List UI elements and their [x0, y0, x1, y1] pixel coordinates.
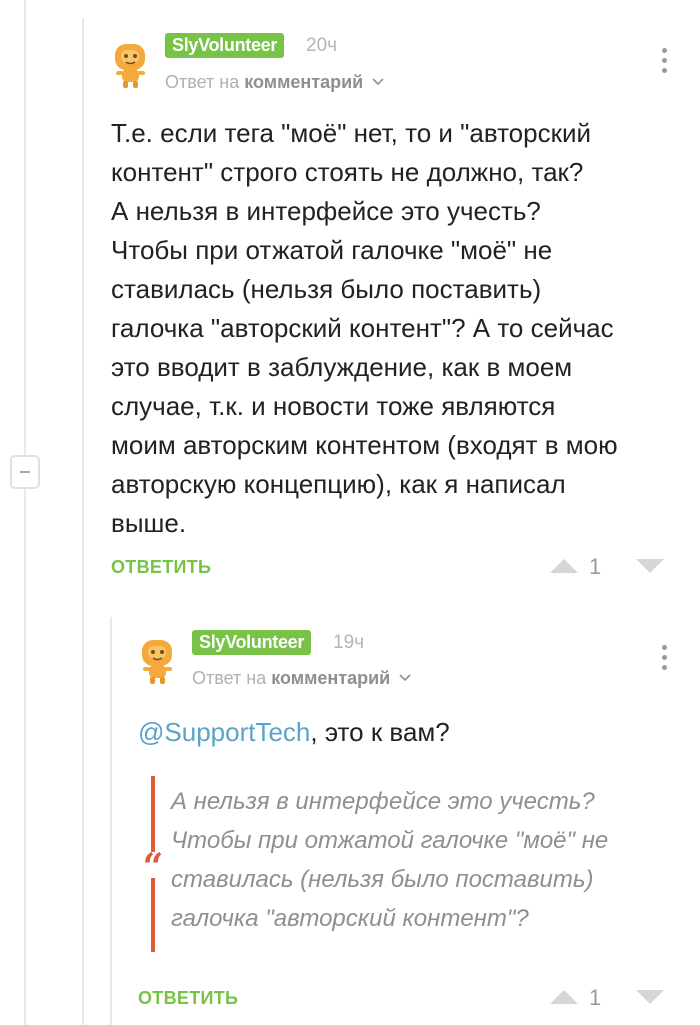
- comment-line: ставилась (нельзя было поставить): [111, 274, 542, 304]
- reply-to-link[interactable]: Ответ на комментарий: [165, 70, 384, 95]
- reply-button[interactable]: ОТВЕТИТЬ: [111, 555, 211, 579]
- quote-line: А нельзя в интерфейсе это учесть?: [171, 788, 595, 815]
- user-mention-link[interactable]: @SupportTech: [138, 717, 310, 747]
- triangle-up-icon[interactable]: [550, 557, 578, 573]
- comment-line: моим авторским контентом (входят в мою: [111, 430, 618, 460]
- comment-body: Т.е. если тега "моё" нет, то и "авторски…: [111, 114, 681, 543]
- reply-to-target: комментарий: [271, 668, 391, 688]
- comment-line: контент" строго стоять не должно, так?: [111, 157, 584, 187]
- vertical-ellipsis-icon[interactable]: [659, 48, 669, 78]
- thread-line-inner: [82, 18, 84, 1025]
- quote-mark-icon: “: [142, 852, 164, 878]
- orange-robot-avatar-icon[interactable]: [111, 42, 151, 90]
- comment-line: А нельзя в интерфейсе это учесть?: [111, 196, 541, 226]
- comment-line: Чтобы при отжатой галочке "моё" не: [111, 235, 553, 265]
- quote-line: галочка "авторский контент"?: [171, 905, 529, 932]
- triangle-down-icon[interactable]: [636, 990, 664, 1004]
- reply-to-link[interactable]: Ответ на комментарий: [192, 666, 411, 691]
- comment-line: это вводит в заблуждение, как в моем: [111, 352, 573, 382]
- reply-button[interactable]: ОТВЕТИТЬ: [138, 986, 238, 1010]
- triangle-down-icon[interactable]: [636, 559, 664, 573]
- reply-to-prefix: Ответ на: [165, 72, 240, 92]
- comment-time: 19ч: [333, 632, 365, 653]
- quote-block: А нельзя в интерфейсе это учесть? Чтобы …: [171, 782, 671, 938]
- comment-line: @SupportTech, это к вам?: [138, 713, 678, 752]
- chevron-down-icon: [399, 674, 411, 682]
- quote-line: ставилась (нельзя было поставить): [171, 866, 594, 893]
- reply-to-target: комментарий: [244, 72, 364, 92]
- quote-line: Чтобы при отжатой галочке "моё" не: [171, 827, 609, 854]
- triangle-up-icon[interactable]: [550, 988, 578, 1004]
- comment-line: случае, т.к. и новости тоже являются: [111, 391, 556, 421]
- vertical-ellipsis-icon[interactable]: [659, 645, 669, 675]
- thread-line-outer-lower: [24, 489, 26, 1025]
- comment-line: Т.е. если тега "моё" нет, то и "авторски…: [111, 118, 592, 148]
- username-badge[interactable]: SlyVolunteer: [192, 630, 312, 655]
- reply-to-prefix: Ответ на: [192, 668, 267, 688]
- thread-line-outer: [24, 0, 26, 455]
- comment-time: 20ч: [306, 35, 338, 56]
- comment-line: авторскую концепцию), как я написал: [111, 469, 566, 499]
- comment-score: 1: [589, 554, 602, 579]
- comment-score: 1: [589, 985, 602, 1010]
- thread-line-nested: [110, 617, 112, 1025]
- collapse-thread-button[interactable]: [10, 455, 40, 489]
- comment-body: @SupportTech, это к вам?: [138, 713, 678, 752]
- comment-line: выше.: [111, 508, 187, 538]
- comment-line: галочка "авторский контент"? А то сейчас: [111, 313, 614, 343]
- chevron-down-icon: [372, 78, 384, 86]
- orange-robot-avatar-icon[interactable]: [138, 638, 178, 686]
- comment-line-text: , это к вам?: [310, 717, 450, 747]
- username-badge[interactable]: SlyVolunteer: [165, 33, 285, 58]
